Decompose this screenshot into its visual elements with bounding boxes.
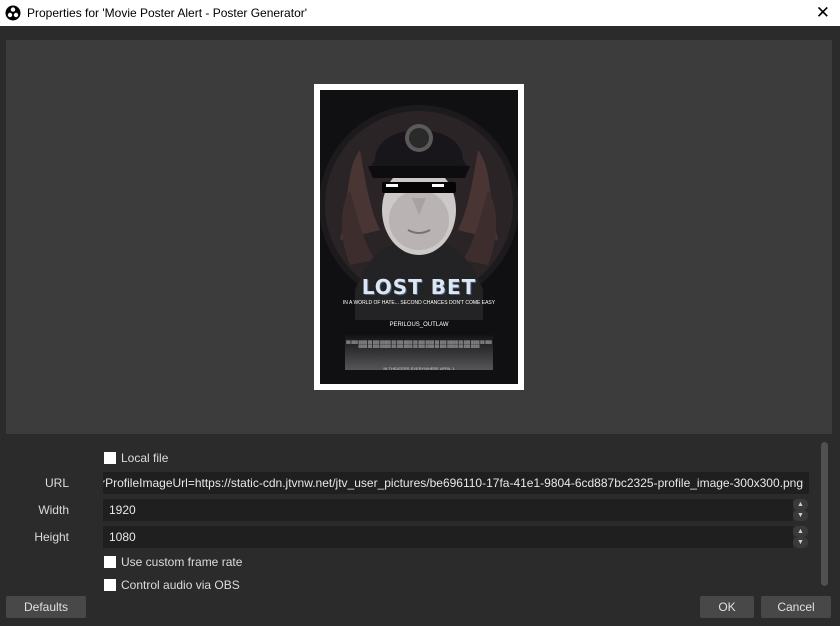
url-label: URL (44, 476, 69, 490)
height-row: Height 1080 ▲ ▼ (0, 526, 812, 548)
poster-frame: LOST BET IN A WORLD OF HATE... SECOND CH… (314, 84, 524, 390)
obs-logo-icon (5, 5, 21, 21)
ok-button[interactable]: OK (700, 596, 754, 618)
control-audio-checkbox[interactable] (104, 579, 116, 591)
chevron-up-icon[interactable]: ▲ (793, 499, 808, 510)
height-spinner: ▲ ▼ (793, 526, 808, 548)
poster-release: IN THEATERS EVERYWHERE APRIL 1 (383, 366, 455, 371)
poster-tagline: IN A WORLD OF HATE... SECOND CHANCES DON… (342, 300, 496, 306)
defaults-button[interactable]: Defaults (6, 596, 86, 618)
cancel-button[interactable]: Cancel (761, 596, 831, 618)
local-file-option[interactable]: Local file (104, 450, 168, 466)
properties-scrollbar[interactable] (821, 442, 828, 586)
chevron-down-icon[interactable]: ▼ (793, 510, 808, 521)
local-file-label: Local file (121, 451, 169, 465)
width-input[interactable]: 1920 (103, 499, 793, 521)
title-bar: Properties for 'Movie Poster Alert - Pos… (0, 0, 840, 26)
width-row: Width 1920 ▲ ▼ (0, 499, 812, 521)
url-value: argetUserProfileImageUrl=https://static-… (103, 476, 803, 490)
poster-name: PERILOUS_OUTLAW (389, 322, 449, 328)
width-label: Width (38, 503, 69, 517)
height-input[interactable]: 1080 (103, 526, 793, 548)
poster-title: LOST BET (361, 275, 477, 299)
custom-frame-rate-checkbox[interactable] (104, 556, 116, 568)
custom-frame-rate-label: Use custom frame rate (121, 555, 243, 569)
url-row: URL argetUserProfileImageUrl=https://sta… (0, 472, 812, 494)
preview-area: LOST BET IN A WORLD OF HATE... SECOND CH… (6, 40, 832, 434)
poster-image: LOST BET IN A WORLD OF HATE... SECOND CH… (320, 90, 518, 384)
local-file-checkbox[interactable] (104, 452, 116, 464)
custom-frame-rate-option[interactable]: Use custom frame rate (104, 554, 242, 570)
close-icon[interactable]: ✕ (816, 3, 830, 23)
height-label: Height (34, 530, 69, 544)
window-title: Properties for 'Movie Poster Alert - Pos… (27, 6, 308, 20)
chevron-up-icon[interactable]: ▲ (793, 526, 808, 537)
width-spinner: ▲ ▼ (793, 499, 808, 521)
control-audio-label: Control audio via OBS (121, 578, 240, 592)
url-input[interactable]: argetUserProfileImageUrl=https://static-… (103, 472, 809, 494)
chevron-down-icon[interactable]: ▼ (793, 537, 808, 548)
control-audio-option[interactable]: Control audio via OBS (104, 577, 240, 593)
